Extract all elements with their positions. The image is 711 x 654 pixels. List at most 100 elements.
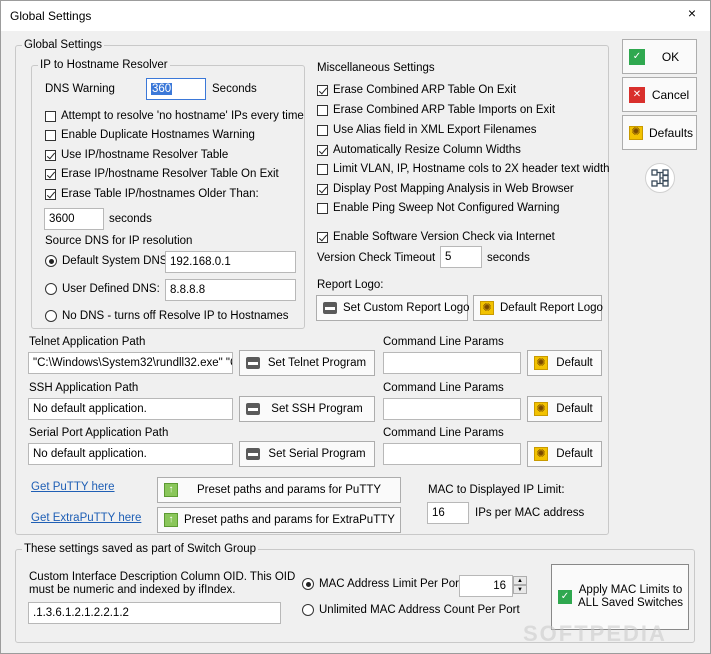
report-logo-label: Report Logo:	[317, 279, 384, 291]
user-dns-option[interactable]: User Defined DNS:	[45, 283, 160, 295]
set-telnet-button[interactable]: ▬ Set Telnet Program	[239, 350, 375, 376]
older-than-input[interactable]: 3600	[44, 208, 104, 230]
oid-input[interactable]: .1.3.6.1.2.1.2.2.1.2	[28, 602, 281, 624]
checkmark-icon: ✓	[629, 48, 645, 65]
spin-up-icon[interactable]: ▲	[513, 576, 527, 585]
version-timeout-value: 5	[445, 251, 452, 263]
misc-option-2-checkbox[interactable]	[317, 124, 328, 136]
older-than-value: 3600	[49, 213, 75, 225]
ssh-path-input[interactable]: No default application.	[28, 398, 233, 420]
resolver-option-4[interactable]: Erase Table IP/hostnames Older Than:	[45, 188, 259, 200]
misc-title: Miscellaneous Settings	[317, 62, 435, 74]
set-ssh-button[interactable]: ▬ Set SSH Program	[239, 396, 375, 422]
user-dns-field[interactable]: 8.8.8.8	[165, 279, 296, 301]
default-dns-radio[interactable]	[45, 255, 57, 267]
mac-limit-spinner[interactable]: ▲ ▼	[513, 576, 527, 594]
window-title: Global Settings	[10, 9, 92, 23]
no-dns-radio[interactable]	[45, 310, 57, 322]
no-dns-option[interactable]: No DNS - turns off Resolve IP to Hostnam…	[45, 310, 288, 322]
arrow-up-icon: ↑	[164, 483, 178, 497]
misc-option-0[interactable]: Erase Combined ARP Table On Exit	[317, 84, 516, 96]
resolver-option-1[interactable]: Enable Duplicate Hostnames Warning	[45, 129, 255, 141]
resolver-option-1-checkbox[interactable]	[45, 129, 56, 141]
misc-option-1[interactable]: Erase Combined ARP Table Imports on Exit	[317, 104, 555, 116]
set-telnet-label: Set Telnet Program	[267, 357, 367, 369]
mac-limit-per-port-value: 16	[493, 580, 506, 592]
mac-limit-per-port-option[interactable]: MAC Address Limit Per Port	[302, 578, 462, 590]
dns-warning-input[interactable]: 360	[146, 78, 206, 100]
get-putty-link[interactable]: Get PuTTY here	[31, 481, 115, 493]
spin-down-icon[interactable]: ▼	[513, 585, 527, 594]
resolver-option-2-checkbox[interactable]	[45, 149, 56, 161]
misc-option-4-checkbox[interactable]	[317, 163, 328, 175]
resolver-option-3[interactable]: Erase IP/hostname Resolver Table On Exit	[45, 168, 279, 180]
set-ssh-label: Set SSH Program	[271, 403, 363, 415]
ssh-default-button[interactable]: ✺ Default	[527, 396, 602, 422]
serial-params-input[interactable]	[383, 443, 521, 465]
misc-option-3[interactable]: Automatically Resize Column Widths	[317, 144, 521, 156]
gear-icon: ✺	[534, 447, 548, 461]
mac-limit-per-port-label: MAC Address Limit Per Port	[319, 578, 463, 590]
set-serial-button[interactable]: ▬ Set Serial Program	[239, 441, 375, 467]
get-extraputty-link[interactable]: Get ExtraPuTTY here	[31, 512, 141, 524]
serial-params-label: Command Line Params	[383, 427, 504, 439]
mac-limit-per-port-radio[interactable]	[302, 578, 314, 590]
softpedia-watermark: SOFTPEDIA	[523, 621, 667, 646]
misc-option-3-checkbox[interactable]	[317, 144, 328, 156]
serial-default-button[interactable]: ✺ Default	[527, 441, 602, 467]
default-dns-value: 192.168.0.1	[170, 256, 231, 268]
close-icon[interactable]: ×	[685, 5, 699, 21]
misc-option-1-checkbox[interactable]	[317, 104, 328, 116]
gear-icon: ✺	[534, 356, 548, 370]
unlimited-option[interactable]: Unlimited MAC Address Count Per Port	[302, 604, 520, 616]
misc-option-5-checkbox[interactable]	[317, 183, 328, 195]
ssh-params-input[interactable]	[383, 398, 521, 420]
folder-icon: ▬	[246, 403, 260, 415]
default-logo-button[interactable]: ✺ Default Report Logo	[473, 295, 603, 321]
misc-option-7[interactable]: Enable Software Version Check via Intern…	[317, 231, 555, 243]
version-timeout-input[interactable]: 5	[440, 246, 482, 268]
preset-extraputty-button[interactable]: ↑ Preset paths and params for ExtraPuTTY	[157, 507, 401, 533]
telnet-default-button[interactable]: ✺ Default	[527, 350, 602, 376]
unlimited-radio[interactable]	[302, 604, 314, 616]
misc-option-0-checkbox[interactable]	[317, 84, 328, 96]
misc-option-5[interactable]: Display Post Mapping Analysis in Web Bro…	[317, 183, 574, 195]
misc-option-6[interactable]: Enable Ping Sweep Not Configured Warning	[317, 202, 560, 214]
telnet-path-input[interactable]: "C:\Windows\System32\rundll32.exe" "C	[28, 352, 233, 374]
resolver-option-2[interactable]: Use IP/hostname Resolver Table	[45, 149, 228, 161]
misc-option-1-label: Erase Combined ARP Table Imports on Exit	[333, 104, 556, 116]
set-custom-logo-button[interactable]: ▬ Set Custom Report Logo	[316, 295, 470, 321]
network-tree-icon[interactable]	[645, 163, 675, 193]
version-timeout-unit: seconds	[487, 252, 530, 264]
default-dns-option[interactable]: Default System DNS:	[45, 255, 171, 267]
resolver-option-3-checkbox[interactable]	[45, 168, 56, 180]
misc-option-2[interactable]: Use Alias field in XML Export Filenames	[317, 124, 536, 136]
default-dns-field[interactable]: 192.168.0.1	[165, 251, 296, 273]
cancel-button[interactable]: ✕ Cancel	[622, 77, 697, 112]
serial-path-input[interactable]: No default application.	[28, 443, 233, 465]
resolver-option-0[interactable]: Attempt to resolve 'no hostname' IPs eve…	[45, 110, 304, 122]
misc-option-7-checkbox[interactable]	[317, 231, 328, 243]
preset-putty-button[interactable]: ↑ Preset paths and params for PuTTY	[157, 477, 401, 503]
gear-icon: ✺	[480, 301, 494, 315]
telnet-params-input[interactable]	[383, 352, 521, 374]
resolver-legend: IP to Hostname Resolver	[40, 59, 168, 71]
set-serial-label: Set Serial Program	[268, 448, 366, 460]
mac-limit-per-port-input[interactable]: 16	[459, 575, 513, 597]
ok-label: OK	[661, 49, 680, 64]
folder-icon: ▬	[323, 302, 337, 314]
user-dns-radio[interactable]	[45, 283, 57, 295]
ok-button[interactable]: ✓ OK	[622, 39, 697, 74]
oid-value: .1.3.6.1.2.1.2.2.1.2	[33, 607, 129, 619]
gear-icon: ✺	[534, 402, 548, 416]
mac-limit-input[interactable]: 16	[427, 502, 469, 524]
misc-option-4[interactable]: Limit VLAN, IP, Hostname cols to 2X head…	[317, 163, 610, 175]
defaults-button[interactable]: ✺ Defaults	[622, 115, 697, 150]
version-timeout-label: Version Check Timeout	[317, 252, 436, 264]
resolver-option-4-checkbox[interactable]	[45, 188, 56, 200]
misc-option-6-checkbox[interactable]	[317, 202, 328, 214]
default-dns-label: Default System DNS:	[62, 255, 171, 267]
apply-mac-limits-label: Apply MAC Limits to ALL Saved Switches	[578, 584, 683, 610]
resolver-option-0-label: Attempt to resolve 'no hostname' IPs eve…	[61, 110, 304, 122]
resolver-option-0-checkbox[interactable]	[45, 110, 56, 122]
